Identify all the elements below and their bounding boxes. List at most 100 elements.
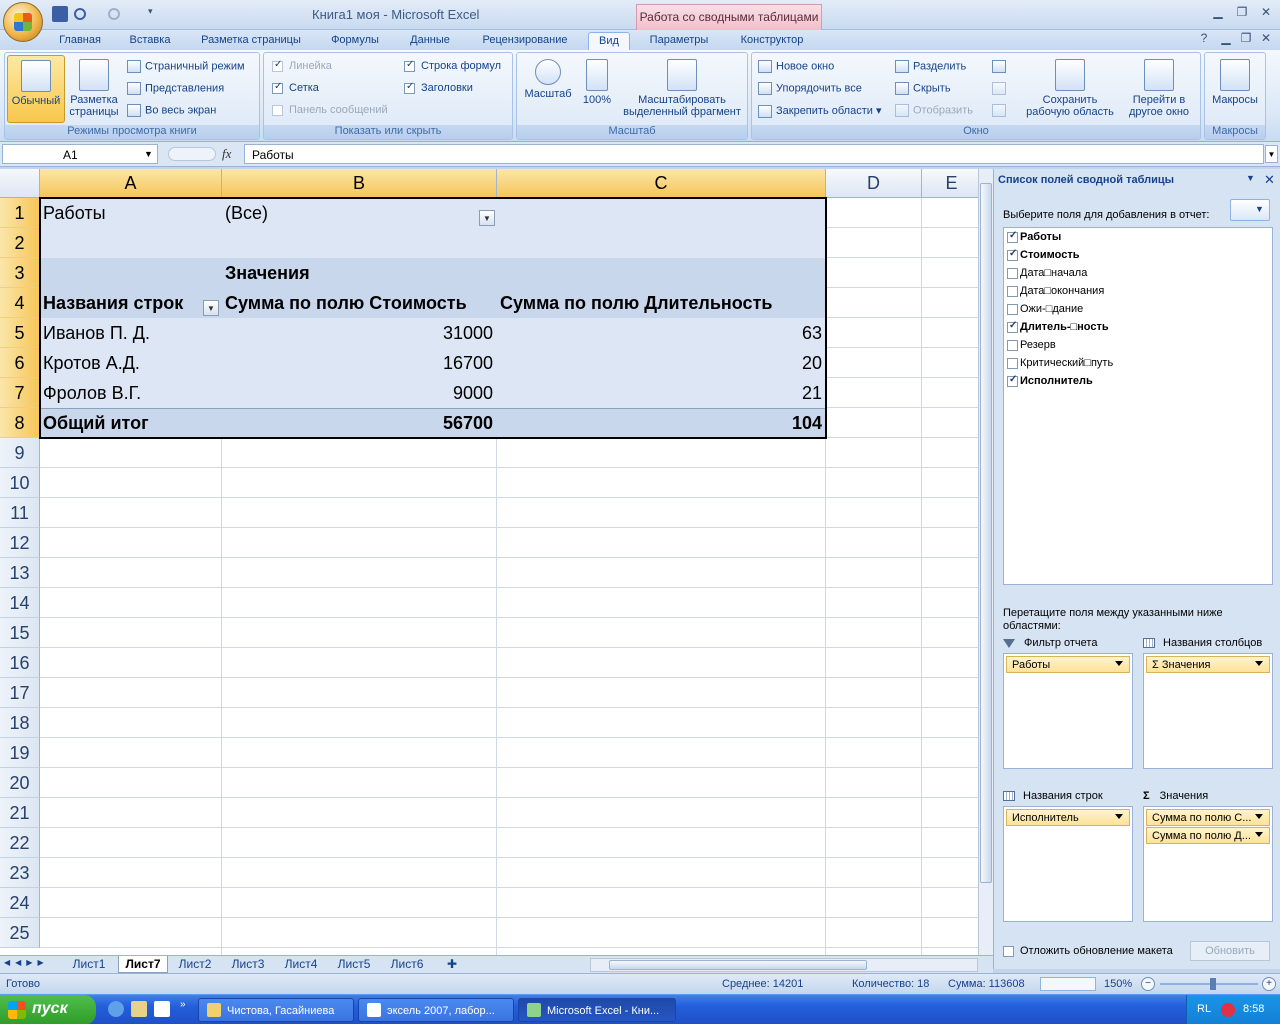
row-header[interactable]: 2 <box>0 228 40 258</box>
row-header[interactable]: 11 <box>0 498 40 528</box>
row-labels-chip[interactable]: Исполнитель <box>1006 809 1130 826</box>
message-bar-checkbox[interactable]: Панель сообщений <box>272 104 388 116</box>
insert-function-button[interactable]: fx <box>222 146 231 162</box>
zoom-100-button[interactable]: 100% <box>577 59 617 106</box>
tab-pivot-design[interactable]: Конструктор <box>730 32 814 50</box>
update-button[interactable]: Обновить <box>1190 941 1270 961</box>
vertical-scrollbar[interactable] <box>978 169 993 955</box>
tab-formulas[interactable]: Формулы <box>324 32 386 50</box>
report-filter-chip[interactable]: Работы <box>1006 656 1130 673</box>
taskbar-item[interactable]: эксель 2007, лабор... <box>358 998 514 1022</box>
pivot-values-label[interactable]: Значения <box>225 258 310 288</box>
row-header[interactable]: 24 <box>0 888 40 918</box>
tab-view[interactable]: Вид <box>588 32 630 50</box>
sheet-tab[interactable]: Лист1 <box>66 956 112 973</box>
field-list-layout-button[interactable]: ▼ <box>1230 199 1270 221</box>
undo-icon[interactable] <box>74 8 86 20</box>
zoom-slider[interactable] <box>1160 983 1258 985</box>
row-header[interactable]: 14 <box>0 588 40 618</box>
split-button[interactable]: Разделить <box>895 60 966 73</box>
row-header[interactable]: 4 <box>0 288 40 318</box>
field-checkbox[interactable]: Дата□начала <box>1007 267 1087 279</box>
pivot-row-labels-header[interactable]: Названия строк <box>43 288 183 318</box>
tab-insert[interactable]: Вставка <box>122 32 178 50</box>
row-header[interactable]: 7 <box>0 378 40 408</box>
sync-scroll-icon[interactable] <box>992 82 1010 95</box>
field-checkbox[interactable]: Дата□окончания <box>1007 285 1104 297</box>
row-header[interactable]: 16 <box>0 648 40 678</box>
macros-button[interactable]: Макросы <box>1207 59 1263 106</box>
workbook-restore-button[interactable]: ❐ <box>1236 31 1256 47</box>
taskbar-item[interactable]: Чистова, Гасайниева <box>198 998 354 1022</box>
sheet-tab[interactable]: Лист3 <box>225 956 271 973</box>
row-header[interactable]: 5 <box>0 318 40 348</box>
name-box[interactable]: A1 <box>2 144 158 164</box>
quicklaunch-more-icon[interactable]: » <box>180 999 186 1010</box>
sheet-tab[interactable]: Лист4 <box>278 956 324 973</box>
row-header[interactable]: 12 <box>0 528 40 558</box>
row-header[interactable]: 15 <box>0 618 40 648</box>
report-filter-area[interactable]: Работы <box>1003 653 1133 769</box>
values-chip[interactable]: Сумма по полю С... <box>1146 809 1270 826</box>
gridlines-checkbox[interactable]: Сетка <box>272 81 319 94</box>
zoom-in-icon[interactable]: + <box>1262 977 1276 991</box>
column-header-c[interactable]: C <box>497 169 826 198</box>
sheet-tab[interactable]: Лист2 <box>172 956 218 973</box>
save-icon[interactable] <box>52 6 68 22</box>
sheet-tab-active[interactable]: Лист7 <box>118 956 168 973</box>
page-break-view-button[interactable]: Страничный режим <box>127 60 245 73</box>
status-zoom[interactable]: 150% <box>1104 978 1132 990</box>
taskbar-item-active[interactable]: Microsoft Excel - Кни... <box>518 998 676 1022</box>
workbook-close-button[interactable]: ✕ <box>1256 31 1276 47</box>
row-header[interactable]: 6 <box>0 348 40 378</box>
zoom-out-icon[interactable]: − <box>1141 977 1155 991</box>
row-header[interactable]: 20 <box>0 768 40 798</box>
reset-position-icon[interactable] <box>992 104 1010 117</box>
redo-icon[interactable] <box>108 8 120 20</box>
row-header[interactable]: 23 <box>0 858 40 888</box>
language-indicator[interactable]: RL <box>1197 1003 1211 1015</box>
zoom-selection-button[interactable]: Масштабировать выделенный фрагмент <box>619 59 745 118</box>
vscroll-thumb[interactable] <box>980 183 992 883</box>
full-screen-button[interactable]: Во весь экран <box>127 104 216 117</box>
tab-pivot-options[interactable]: Параметры <box>640 32 718 50</box>
hide-button[interactable]: Скрыть <box>895 82 951 95</box>
pivot-row-duration[interactable]: 20 <box>497 348 822 378</box>
worksheet-grid[interactable]: A B C D E 1 2 3 4 5 6 7 8 9 10 11 12 13 14 15 16 17 18 19 2… <box>0 169 978 955</box>
pivot-filter-value[interactable]: (Все) <box>225 198 268 228</box>
pivot-row-labels-dropdown-icon[interactable]: ▼ <box>203 300 219 316</box>
normal-view-button[interactable]: Обычный <box>7 55 65 123</box>
tab-page-layout[interactable]: Разметка страницы <box>192 32 310 50</box>
values-chip[interactable]: Сумма по полю Д... <box>1146 827 1270 844</box>
chevron-down-icon[interactable] <box>1255 814 1263 819</box>
ie-icon[interactable] <box>108 1001 124 1017</box>
pivot-total-duration[interactable]: 104 <box>497 408 822 438</box>
pivot-filter-dropdown-icon[interactable]: ▼ <box>479 210 495 226</box>
pivot-row-cost[interactable]: 9000 <box>222 378 493 408</box>
close-button[interactable]: ✕ <box>1256 5 1276 21</box>
sheet-nav-icon[interactable]: ◀◀▶▶ <box>4 958 49 967</box>
ruler-checkbox[interactable]: Линейка <box>272 59 332 72</box>
pivot-row-cost[interactable]: 16700 <box>222 348 493 378</box>
freeze-panes-button[interactable]: Закрепить области ▾ <box>758 104 881 118</box>
start-button[interactable]: пуск <box>0 995 96 1024</box>
row-header[interactable]: 19 <box>0 738 40 768</box>
row-header[interactable]: 9 <box>0 438 40 468</box>
formula-bar-resize-icon[interactable] <box>168 147 216 161</box>
zoom-button[interactable]: Масштаб <box>521 59 575 100</box>
view-buttons[interactable] <box>1040 977 1096 991</box>
chevron-down-icon[interactable] <box>1115 661 1123 666</box>
values-area[interactable]: Сумма по полю С... Сумма по полю Д... <box>1143 806 1273 922</box>
pivot-row-name[interactable]: Фролов В.Г. <box>43 378 141 408</box>
side-by-side-icon[interactable] <box>992 60 1010 73</box>
row-header[interactable]: 3 <box>0 258 40 288</box>
zoom-slider-thumb[interactable] <box>1210 978 1216 990</box>
row-header[interactable]: 22 <box>0 828 40 858</box>
tab-review[interactable]: Рецензирование <box>474 32 576 50</box>
arrange-all-button[interactable]: Упорядочить все <box>758 82 862 95</box>
row-header[interactable]: 18 <box>0 708 40 738</box>
row-header[interactable]: 17 <box>0 678 40 708</box>
unhide-button[interactable]: Отобразить <box>895 104 973 117</box>
column-labels-area[interactable]: Σ Значения <box>1143 653 1273 769</box>
field-checkbox[interactable]: Резерв <box>1007 339 1056 351</box>
